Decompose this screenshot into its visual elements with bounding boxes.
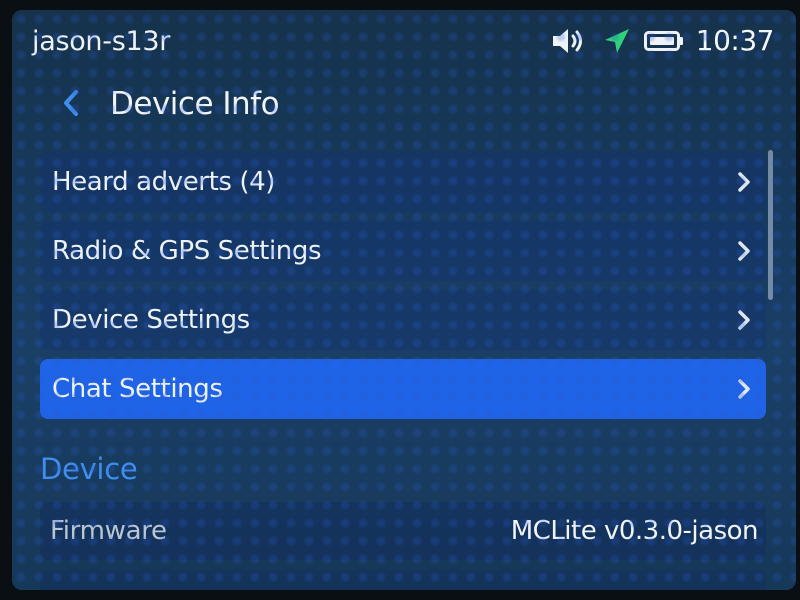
gps-icon	[602, 26, 632, 56]
status-icons: 10:37	[550, 24, 775, 57]
menu-item-radio-gps-settings[interactable]: Radio & GPS Settings	[40, 221, 766, 281]
chevron-right-icon	[736, 240, 752, 262]
menu-item-label: Radio & GPS Settings	[52, 236, 322, 266]
chevron-right-icon	[736, 309, 752, 331]
device-name: jason-s13r	[32, 26, 171, 57]
battery-icon	[643, 29, 684, 53]
chevron-right-icon	[736, 378, 752, 400]
menu-item-device-settings[interactable]: Device Settings	[40, 290, 766, 350]
speaker-icon	[550, 26, 590, 56]
menu-item-label: Device Settings	[52, 305, 250, 335]
page-header: Device Info	[12, 80, 796, 132]
firmware-label: Firmware	[50, 516, 167, 546]
back-button[interactable]	[54, 88, 88, 122]
info-row-firmware: Firmware MCLite v0.3.0-jason	[40, 502, 766, 560]
firmware-value: MCLite v0.3.0-jason	[510, 516, 759, 546]
settings-menu: Heard adverts (4) Radio & GPS Settings D…	[40, 152, 766, 428]
menu-item-label: Chat Settings	[52, 374, 223, 404]
scrollbar[interactable]	[768, 150, 773, 300]
menu-item-heard-adverts[interactable]: Heard adverts (4)	[40, 152, 766, 212]
section-header-device: Device	[40, 452, 138, 486]
menu-item-label: Heard adverts (4)	[52, 167, 276, 197]
clock: 10:37	[695, 24, 775, 57]
info-row-partial	[40, 570, 766, 590]
status-bar: jason-s13r 10:37	[12, 10, 796, 70]
chevron-left-icon	[61, 88, 81, 122]
chevron-right-icon	[736, 171, 752, 193]
menu-item-chat-settings[interactable]: Chat Settings	[40, 359, 766, 419]
page-title: Device Info	[110, 86, 280, 122]
device-screen: jason-s13r 10:37 Device Info Heard adver…	[12, 10, 796, 590]
